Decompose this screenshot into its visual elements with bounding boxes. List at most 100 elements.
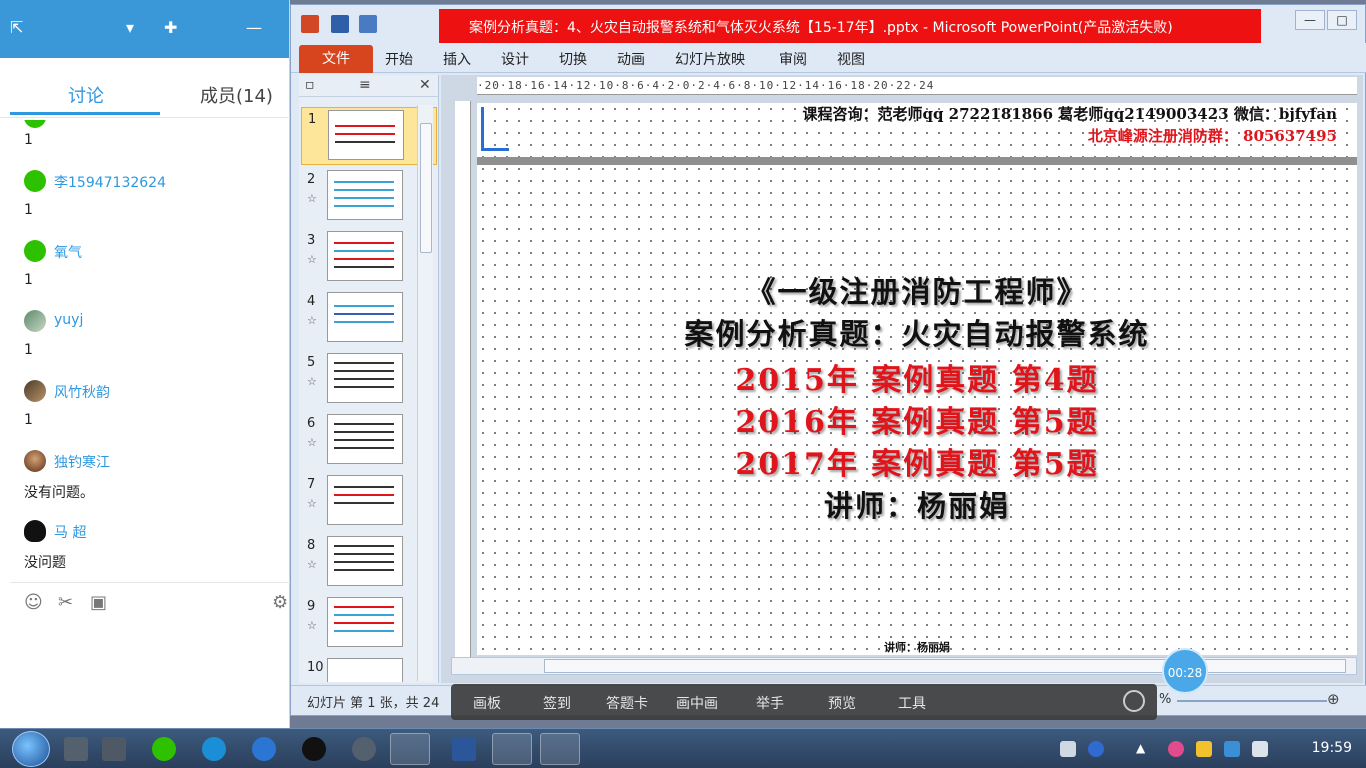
tab-slideshow[interactable]: 幻灯片放映 <box>675 49 745 69</box>
sender-name[interactable]: 独钓寒江 <box>54 452 110 472</box>
signin-button[interactable]: 签到 <box>543 693 571 713</box>
pin-icon[interactable]: ✚ <box>164 18 177 37</box>
keyboard-icon[interactable] <box>1060 741 1076 757</box>
start-button[interactable] <box>12 731 50 767</box>
avatar[interactable] <box>24 310 46 332</box>
thumbnail-image <box>327 536 403 586</box>
tab-view[interactable]: 视图 <box>837 49 865 69</box>
corner-logo-icon <box>481 107 509 151</box>
minimize-button[interactable]: — <box>1295 10 1325 30</box>
horizontal-scrollbar[interactable] <box>451 657 1357 675</box>
maximize-button[interactable]: □ <box>1327 10 1357 30</box>
flower-app-icon[interactable] <box>1168 741 1184 757</box>
tab-discussion[interactable]: 讨论 <box>68 82 104 108</box>
thumbnail-image <box>327 475 403 525</box>
sender-name[interactable]: 氧气 <box>54 242 82 262</box>
scissors-icon[interactable]: ✂ <box>58 592 73 613</box>
skype-icon[interactable] <box>202 737 226 761</box>
power-icon[interactable] <box>1123 690 1145 712</box>
taskbar-app-powerpoint[interactable] <box>540 733 580 765</box>
thumbnails-scrollbar[interactable] <box>417 105 433 681</box>
zoom-slider[interactable] <box>1177 700 1327 702</box>
recording-timer[interactable]: 00:28 <box>1162 648 1208 694</box>
tab-insert[interactable]: 插入 <box>443 49 471 69</box>
thumbnail-number: 2 <box>307 172 316 187</box>
chevron-down-icon[interactable]: ▾ <box>126 18 134 37</box>
scrollbar-thumb[interactable] <box>420 123 432 253</box>
avatar[interactable] <box>24 450 46 472</box>
image-icon[interactable]: ▣ <box>90 592 107 613</box>
tab-members[interactable]: 成员(14) <box>200 82 273 108</box>
tab-transitions[interactable]: 切换 <box>559 49 587 69</box>
sender-name[interactable]: yuyj <box>54 312 83 328</box>
undo-icon[interactable] <box>359 15 377 33</box>
taskbar-app-classroom[interactable] <box>390 733 430 765</box>
animation-star-icon: ☆ <box>307 375 317 388</box>
message-text: 1 <box>24 342 33 358</box>
thumbnail-number: 9 <box>307 599 316 614</box>
show-hidden-icons[interactable]: ▲ <box>1136 741 1152 757</box>
save-icon[interactable] <box>331 15 349 33</box>
chat-titlebar: ⇱ ▾ ✚ — <box>0 0 289 58</box>
animation-star-icon: ☆ <box>307 192 317 205</box>
preview-button[interactable]: 预览 <box>828 693 856 713</box>
message-text: 1 <box>24 272 33 288</box>
avatar[interactable] <box>24 240 46 262</box>
animation-star-icon: ☆ <box>307 314 317 327</box>
tab-review[interactable]: 审阅 <box>779 49 807 69</box>
window-controls: — □ <box>1293 9 1357 31</box>
tab-home[interactable]: 开始 <box>385 49 413 69</box>
gear-icon[interactable]: ⚙ <box>272 592 288 613</box>
whiteboard-button[interactable]: 画板 <box>473 693 501 713</box>
windows-taskbar: ▲ 19:59 <box>0 728 1366 768</box>
qq-icon[interactable] <box>302 737 326 761</box>
wechat-icon[interactable] <box>152 737 176 761</box>
powerpoint-window: 案例分析真题：4、火灾自动报警系统和气体灭火系统【15-17年】.pptx - … <box>290 4 1366 716</box>
avatar[interactable] <box>24 380 46 402</box>
battery-icon[interactable] <box>1252 741 1268 757</box>
taskbar-clock[interactable]: 19:59 <box>1312 740 1352 756</box>
internet-explorer-icon[interactable] <box>252 737 276 761</box>
qq-tray-icon[interactable] <box>1196 741 1212 757</box>
outline-tab-icon[interactable]: ≡ <box>359 77 371 93</box>
message-text: 1 <box>24 202 33 218</box>
picture-in-picture-button[interactable]: 画中画 <box>676 693 718 713</box>
qq-penguin-icon[interactable] <box>24 520 46 542</box>
message-list[interactable]: 1 李15947132624 1 氧气 1 yuyj 1 风竹秋韵 1 独钓寒江… <box>10 120 290 582</box>
tab-design[interactable]: 设计 <box>501 49 529 69</box>
sender-name[interactable]: 李15947132624 <box>54 172 166 192</box>
thumbnail-number: 1 <box>308 112 317 127</box>
avatar[interactable] <box>24 170 46 192</box>
microphone-icon[interactable] <box>102 737 126 761</box>
thumbnail-number: 7 <box>307 477 316 492</box>
grid-app-icon[interactable] <box>64 737 88 761</box>
tools-button[interactable]: 工具 <box>898 693 926 713</box>
quick-access-toolbar <box>291 5 441 41</box>
raise-hand-button[interactable]: 举手 <box>756 693 784 713</box>
share-icon[interactable]: ⇱ <box>10 18 23 37</box>
sender-name[interactable]: 马 超 <box>54 522 86 542</box>
slide-thumbnails-panel[interactable]: ▫ ≡ ✕ 1 2 ☆ 3 ☆ 4 ☆ 5 ☆ 6 ☆ 7 ☆ 8 ☆ 9 ☆ … <box>299 75 439 683</box>
answer-card-button[interactable]: 答题卡 <box>606 693 648 713</box>
active-tab-indicator <box>10 112 160 115</box>
animation-star-icon: ☆ <box>307 619 317 632</box>
tray-app-icon[interactable] <box>1224 741 1240 757</box>
minimize-icon[interactable]: — <box>246 18 262 37</box>
close-icon[interactable]: ✕ <box>419 77 431 93</box>
emoji-icon[interactable]: ☺ <box>24 592 43 613</box>
animation-star-icon: ☆ <box>307 558 317 571</box>
slide-canvas[interactable]: 课程咨询：范老师qq 2722181866 葛老师qq2149003423 微信… <box>477 103 1357 655</box>
thumbnail-number: 5 <box>307 355 316 370</box>
taskbar-app-explorer[interactable] <box>492 733 532 765</box>
avatar[interactable] <box>24 120 46 128</box>
tab-animations[interactable]: 动画 <box>617 49 645 69</box>
sender-name[interactable]: 风竹秋韵 <box>54 382 110 402</box>
zoom-in-icon[interactable]: ⊕ <box>1327 690 1340 708</box>
scrollbar-thumb[interactable] <box>544 659 1346 673</box>
network-app-icon[interactable] <box>352 737 376 761</box>
slides-tab-icon[interactable]: ▫ <box>305 77 315 93</box>
tab-file[interactable]: 文件 <box>299 45 373 73</box>
word-icon[interactable] <box>452 737 476 761</box>
help-icon[interactable] <box>1088 741 1104 757</box>
powerpoint-logo-icon[interactable] <box>301 15 319 33</box>
